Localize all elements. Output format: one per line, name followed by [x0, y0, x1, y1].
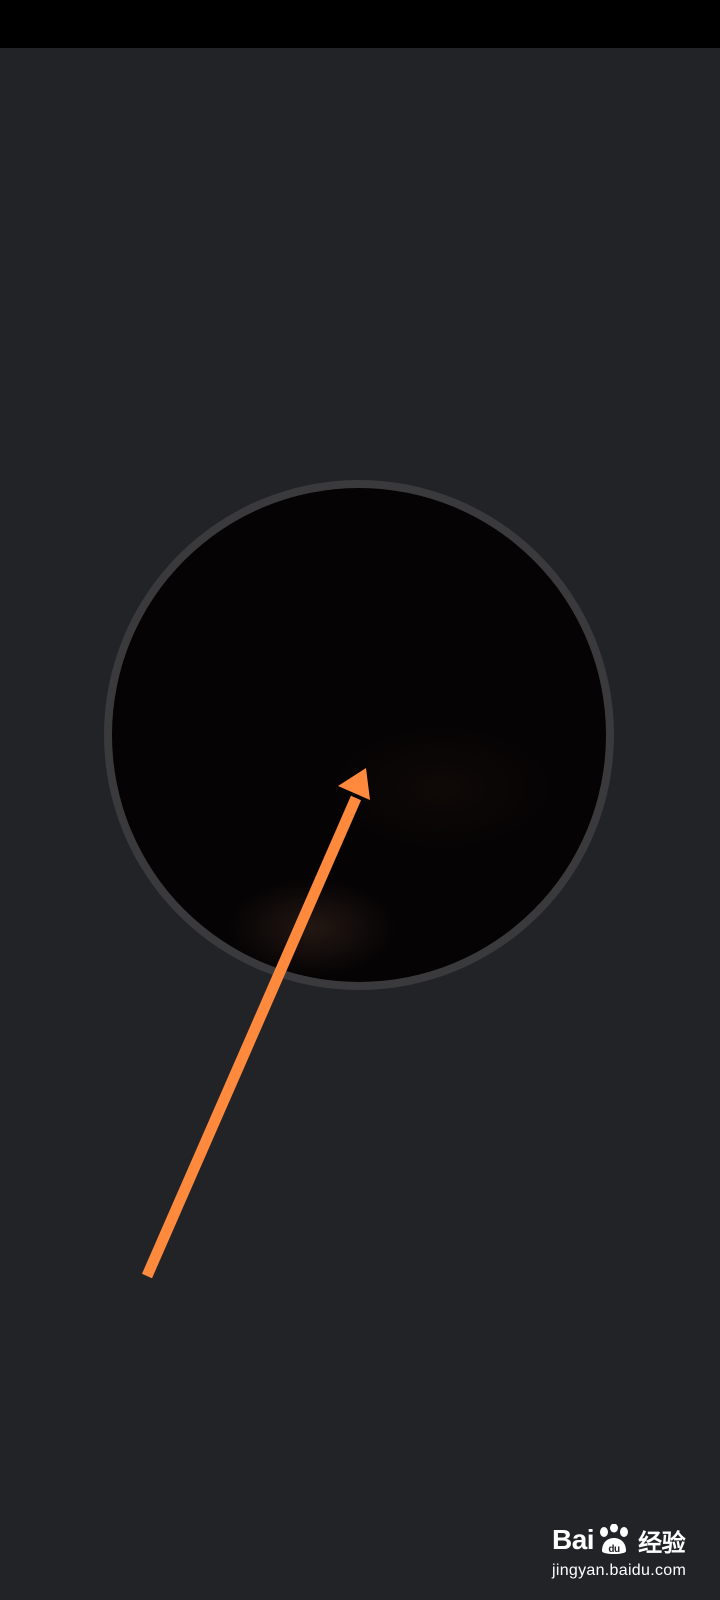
- watermark-domain: jingyan.baidu.com: [552, 1562, 687, 1579]
- baidu-paw-icon: du: [600, 1524, 629, 1555]
- watermark-brand-prefix: Bai: [552, 1524, 595, 1555]
- watermark-logo: Bai du 经验: [552, 1520, 702, 1560]
- camera-preview[interactable]: [112, 488, 606, 982]
- watermark: Bai du 经验 jingyan.baidu.com: [552, 1520, 702, 1584]
- watermark-paw-text: du: [608, 1544, 620, 1555]
- camera-screen: Bai du 经验 jingyan.baidu.com: [0, 0, 720, 1600]
- watermark-brand-suffix: 经验: [638, 1529, 686, 1557]
- status-bar: [0, 0, 720, 48]
